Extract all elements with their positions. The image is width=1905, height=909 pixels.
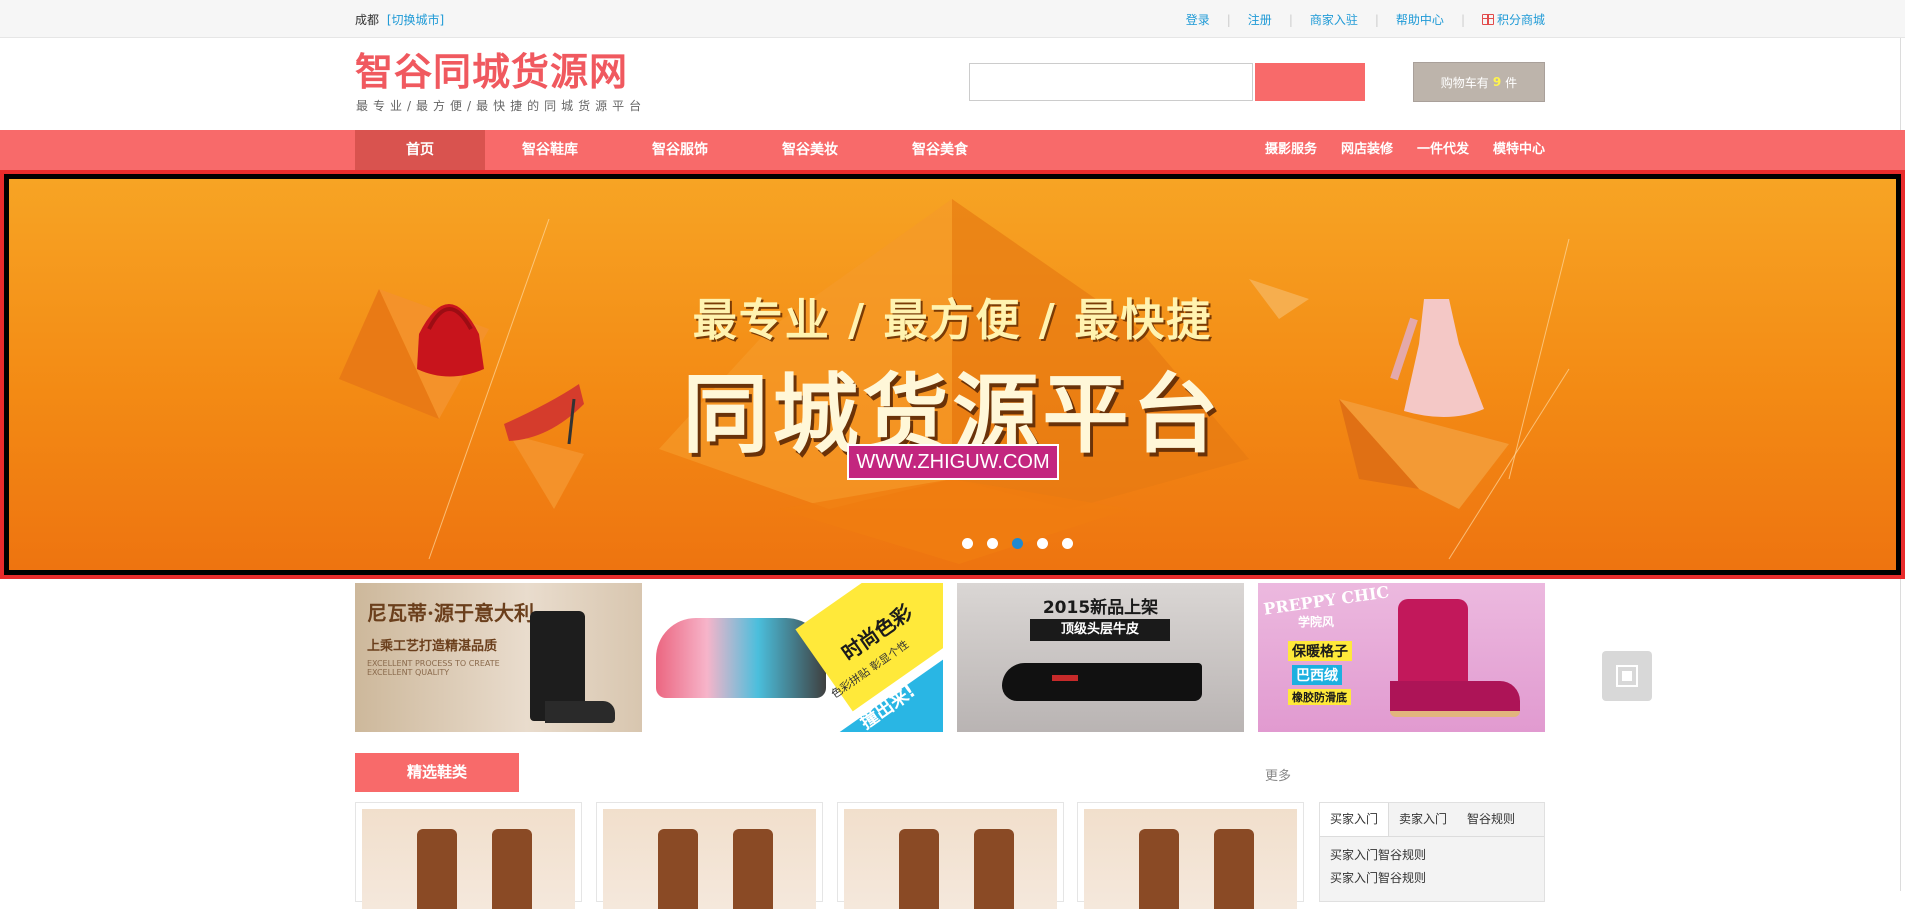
cart-suffix: 件 — [1505, 75, 1518, 90]
switch-city-link[interactable]: [切换城市] — [387, 13, 444, 27]
carousel-dot[interactable] — [1037, 538, 1048, 549]
tab-rules[interactable]: 智谷规则 — [1457, 803, 1525, 836]
search-button[interactable] — [1255, 63, 1365, 101]
shoe-accent — [1052, 675, 1078, 681]
separator: | — [1460, 12, 1465, 27]
login-link[interactable]: 登录 — [1186, 11, 1210, 28]
guide-link[interactable]: 买家入门智谷规则 — [1330, 846, 1544, 863]
carousel-dot[interactable] — [962, 538, 973, 549]
product-image — [603, 809, 816, 909]
main-nav: 首页 智谷鞋库 智谷服饰 智谷美妆 智谷美食 摄影服务 网店装修 一件代发 模特… — [0, 130, 1905, 170]
promo-title: 2015新品上架 — [1042, 598, 1159, 618]
boot-shape — [733, 829, 773, 909]
nav-item-home[interactable]: 首页 — [355, 130, 485, 170]
section-title: 精选鞋类 — [355, 753, 519, 792]
guide-panel: 买家入门 卖家入门 智谷规则 买家入门智谷规则 买家入门智谷规则 — [1319, 802, 1545, 902]
separator: | — [1226, 12, 1231, 27]
promo-tag-2: 巴西绒 — [1292, 665, 1342, 685]
promo-tag-1: 保暖格子 — [1288, 641, 1352, 661]
cart-prefix: 购物车有 — [1440, 75, 1489, 90]
promo-tile-new-arrivals[interactable]: 2015新品上架 顶级头层牛皮 — [957, 583, 1244, 732]
boot-shape — [899, 829, 939, 909]
current-city: 成都 — [355, 13, 380, 27]
promo-subtitle: 学院风 — [1298, 615, 1335, 629]
top-links: 登录 | 注册 | 商家入驻 | 帮助中心 | 积分商城 — [1186, 11, 1545, 28]
separator: | — [1288, 12, 1293, 27]
boot-shape — [974, 829, 1014, 909]
promo-subtitle: 上乘工艺打造精湛品质 — [367, 639, 498, 654]
product-image — [844, 809, 1057, 909]
header: 智谷同城货源网 最专业/最方便/最快捷的同城货源平台 购物车有 9 件 — [355, 37, 1545, 130]
search-input[interactable] — [969, 63, 1253, 101]
banner-url: WWW.ZHIGUW.COM — [847, 444, 1059, 480]
logo-subtitle: 最专业/最方便/最快捷的同城货源平台 — [356, 99, 647, 113]
nav-item-cosmetics[interactable]: 智谷美妆 — [745, 130, 875, 170]
points-mall-label: 积分商城 — [1496, 13, 1545, 27]
promo-tile-fashion-colors[interactable]: 时尚色彩 色彩拼贴 彰显个性 撞出来! — [656, 583, 943, 732]
nav-item-shoes[interactable]: 智谷鞋库 — [485, 130, 615, 170]
nav-link-photography[interactable]: 摄影服务 — [1265, 130, 1317, 170]
city-selector: 成都 [切换城市] — [355, 11, 444, 28]
guide-link[interactable]: 买家入门智谷规则 — [1330, 869, 1544, 886]
boot-image — [1398, 599, 1468, 694]
guide-tabs: 买家入门 卖家入门 智谷规则 — [1320, 803, 1544, 837]
boot-shape — [417, 829, 457, 909]
promo-row: 尼瓦蒂·源于意大利 上乘工艺打造精湛品质 EXCELLENT PROCESS T… — [355, 583, 1545, 732]
nav-link-shop-decoration[interactable]: 网店装修 — [1341, 130, 1393, 170]
tab-seller-guide[interactable]: 卖家入门 — [1389, 803, 1457, 836]
promo-caption: EXCELLENT PROCESS TO CREATE EXCELLENT QU… — [367, 659, 500, 677]
qr-code-button[interactable] — [1602, 651, 1652, 701]
nav-item-food[interactable]: 智谷美食 — [875, 130, 1005, 170]
product-card[interactable] — [355, 802, 582, 909]
tab-buyer-guide[interactable]: 买家入门 — [1320, 803, 1390, 836]
site-logo[interactable]: 智谷同城货源网 — [355, 52, 628, 92]
carousel-dots — [962, 538, 1087, 549]
promo-tile-preppy-boots[interactable]: PREPPY CHIC 学院风 保暖格子 巴西绒 橡胶防滑底 — [1258, 583, 1545, 732]
points-mall-link[interactable]: 积分商城 — [1481, 11, 1545, 28]
boot-shape — [658, 829, 698, 909]
cart-button[interactable]: 购物车有 9 件 — [1413, 62, 1545, 102]
gift-icon — [1481, 14, 1494, 25]
nav-link-model-center[interactable]: 模特中心 — [1493, 130, 1545, 170]
carousel-dot[interactable] — [987, 538, 998, 549]
product-card[interactable] — [596, 802, 823, 909]
boot-sole — [1390, 681, 1520, 717]
help-center-link[interactable]: 帮助中心 — [1396, 11, 1444, 28]
carousel-dot[interactable] — [1062, 538, 1073, 549]
promo-title: 尼瓦蒂·源于意大利 — [367, 601, 534, 625]
separator: | — [1374, 12, 1379, 27]
product-image — [362, 809, 575, 909]
product-image — [1084, 809, 1297, 909]
cart-count: 9 — [1492, 75, 1502, 89]
product-card[interactable] — [1077, 802, 1304, 909]
product-card[interactable] — [837, 802, 1064, 909]
boot-shape — [1214, 829, 1254, 909]
banner-frame: 最专业 / 最方便 / 最快捷 同城货源平台 WWW.ZHIGUW.COM — [0, 170, 1905, 579]
register-link[interactable]: 注册 — [1248, 11, 1272, 28]
top-bar: 成都 [切换城市] 登录 | 注册 | 商家入驻 | 帮助中心 | 积分商城 — [0, 0, 1905, 38]
boot-shape — [1139, 829, 1179, 909]
carousel-dot-active[interactable] — [1012, 538, 1023, 549]
nav-item-apparel[interactable]: 智谷服饰 — [615, 130, 745, 170]
more-link[interactable]: 更多 — [1265, 765, 1291, 784]
promo-subtitle: 顶级头层牛皮 — [1030, 619, 1170, 641]
promo-tag-3: 橡胶防滑底 — [1288, 689, 1351, 705]
nav-link-dropshipping[interactable]: 一件代发 — [1417, 130, 1469, 170]
qr-code-icon — [1616, 665, 1638, 687]
boot-shape — [492, 829, 532, 909]
banner-tagline: 最专业 / 最方便 / 最快捷 — [692, 295, 1213, 346]
promo-tile-italian-boots[interactable]: 尼瓦蒂·源于意大利 上乘工艺打造精湛品质 EXCELLENT PROCESS T… — [355, 583, 642, 732]
boot-toe — [545, 701, 615, 723]
hero-banner[interactable]: 最专业 / 最方便 / 最快捷 同城货源平台 WWW.ZHIGUW.COM — [4, 174, 1901, 575]
merchant-join-link[interactable]: 商家入驻 — [1310, 11, 1358, 28]
heel-shoe-image — [1002, 663, 1202, 701]
